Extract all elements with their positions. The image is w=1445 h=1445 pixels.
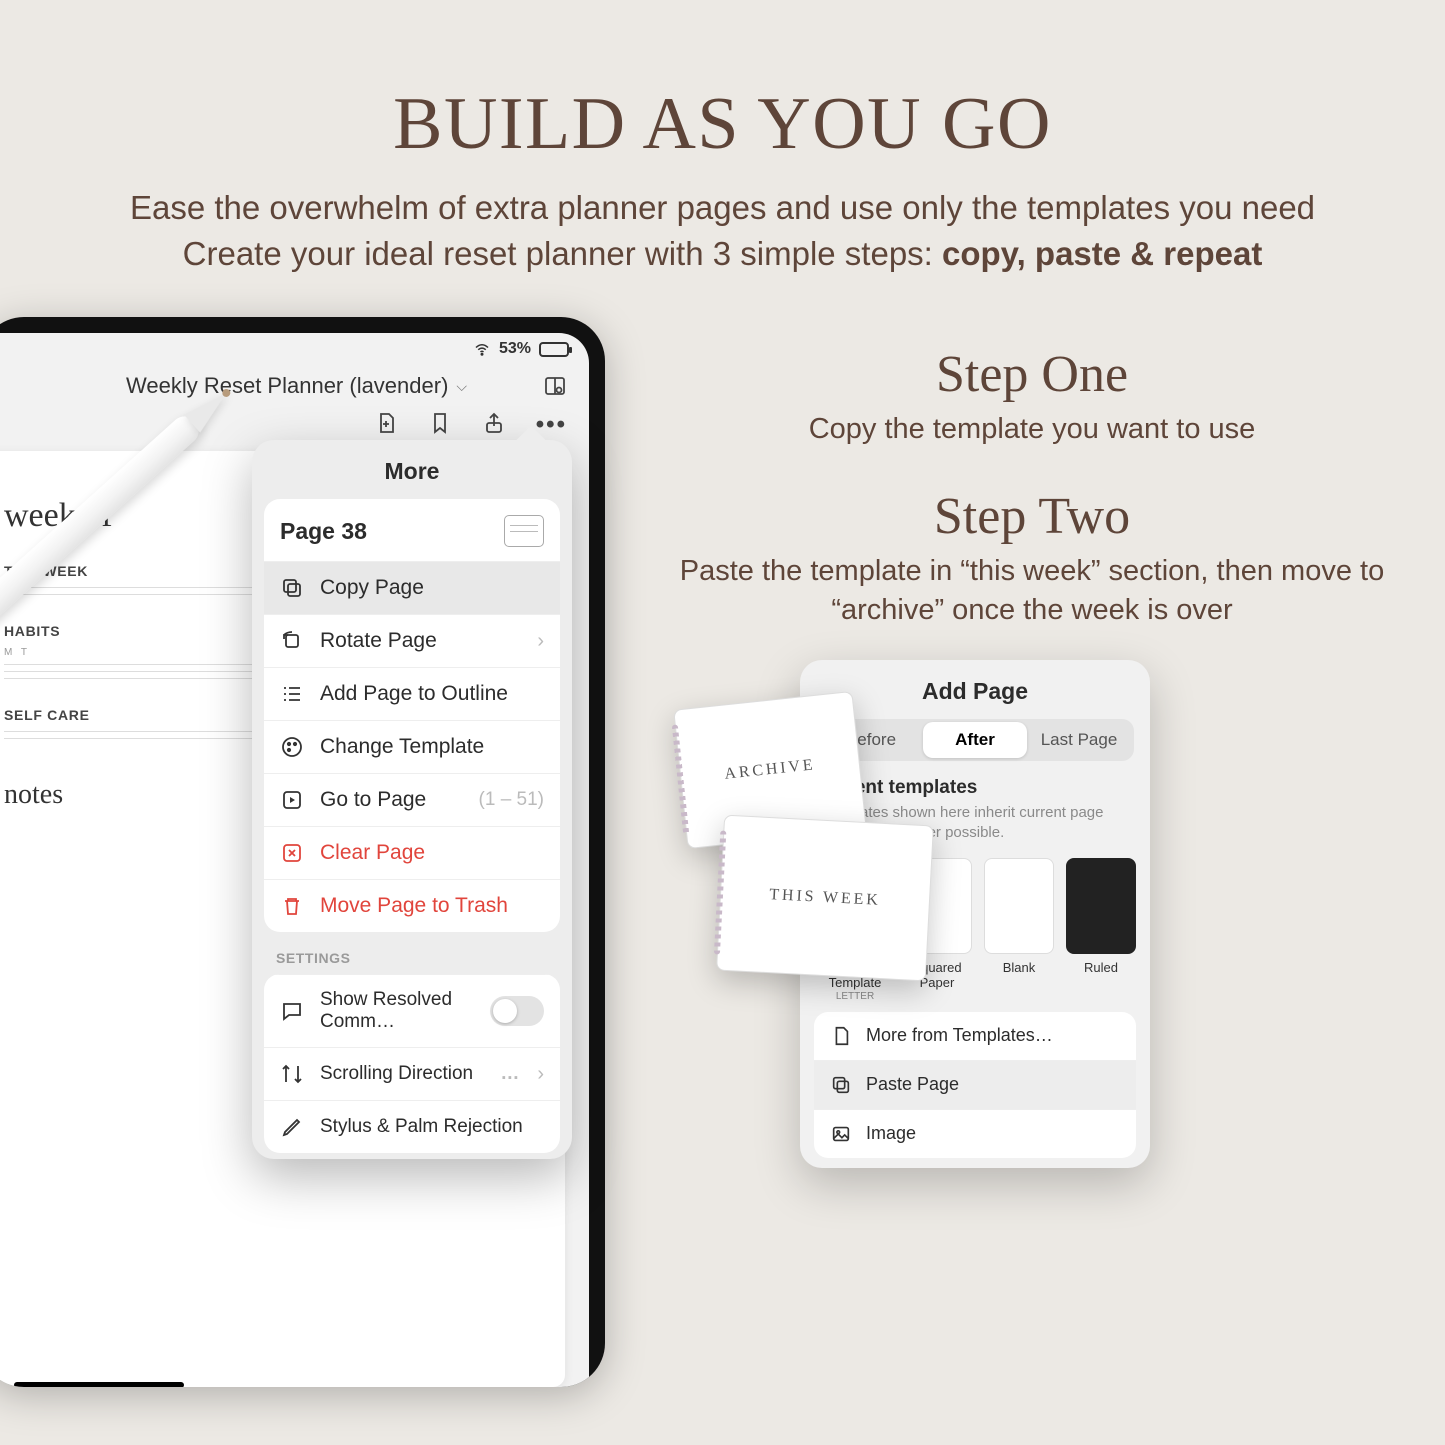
menu-add-to-outline[interactable]: Add Page to Outline xyxy=(264,667,560,720)
goto-icon xyxy=(280,788,304,812)
image-icon xyxy=(830,1123,852,1145)
pencil-icon xyxy=(280,1115,304,1139)
hero-title: BUILD AS YOU GO xyxy=(0,82,1445,167)
page-range: (1 – 51) xyxy=(479,789,544,811)
segment-last[interactable]: Last Page xyxy=(1027,722,1131,758)
template-blank[interactable]: Blank xyxy=(984,858,1054,1002)
clear-icon xyxy=(280,841,304,865)
segment-after[interactable]: After xyxy=(923,722,1027,758)
chevron-down-icon: ⌵ xyxy=(456,378,467,395)
menu-go-to-page[interactable]: Go to Page (1 – 51) xyxy=(264,773,560,826)
menu-move-to-trash[interactable]: Move Page to Trash xyxy=(264,879,560,932)
step-two-heading: Step Two xyxy=(662,487,1402,546)
paste-page[interactable]: Paste Page xyxy=(814,1060,1136,1109)
step-one-heading: Step One xyxy=(662,345,1402,404)
bookmark-icon[interactable] xyxy=(428,411,452,435)
add-page-title: Add Page xyxy=(814,678,1136,705)
share-icon[interactable] xyxy=(482,411,506,435)
document-icon xyxy=(830,1025,852,1047)
menu-clear-page[interactable]: Clear Page xyxy=(264,826,560,879)
add-image[interactable]: Image xyxy=(814,1109,1136,1158)
trash-icon xyxy=(280,894,304,918)
step-two-body: Paste the template in “this week” sectio… xyxy=(662,552,1402,630)
palette-icon xyxy=(280,735,304,759)
setting-resolved-comments[interactable]: Show Resolved Comm… xyxy=(264,974,560,1047)
paste-icon xyxy=(830,1074,852,1096)
toggle-off[interactable] xyxy=(490,996,544,1026)
more-from-templates[interactable]: More from Templates… xyxy=(814,1012,1136,1060)
step-one-body: Copy the template you want to use xyxy=(662,410,1402,449)
chevron-right-icon: › xyxy=(537,1063,544,1086)
wifi-icon xyxy=(473,340,491,358)
setting-stylus[interactable]: Stylus & Palm Rejection xyxy=(264,1100,560,1153)
settings-section-label: SETTINGS xyxy=(252,932,572,974)
insert-position-segment[interactable]: Before After Last Page xyxy=(816,719,1134,761)
battery-icon xyxy=(539,342,569,357)
page-thumbnail-icon xyxy=(504,515,544,547)
add-page-icon[interactable] xyxy=(374,411,398,435)
ellipsis: … xyxy=(500,1063,521,1085)
home-indicator xyxy=(14,1382,184,1387)
setting-scroll-direction[interactable]: Scrolling Direction … › xyxy=(264,1047,560,1100)
scroll-icon xyxy=(280,1062,304,1086)
comment-icon xyxy=(280,999,304,1023)
chevron-right-icon: › xyxy=(537,630,544,653)
hero-line1: Ease the overwhelm of extra planner page… xyxy=(0,185,1445,231)
battery-percent: 53% xyxy=(499,340,531,358)
thisweek-card: THIS WEEK xyxy=(716,815,934,982)
recent-templates-heading: Recent templates xyxy=(820,777,1130,799)
hero-line2: Create your ideal reset planner with 3 s… xyxy=(0,231,1445,277)
book-mode-icon[interactable] xyxy=(543,374,567,398)
menu-change-template[interactable]: Change Template xyxy=(264,720,560,773)
template-ruled[interactable]: Ruled xyxy=(1066,858,1136,1002)
